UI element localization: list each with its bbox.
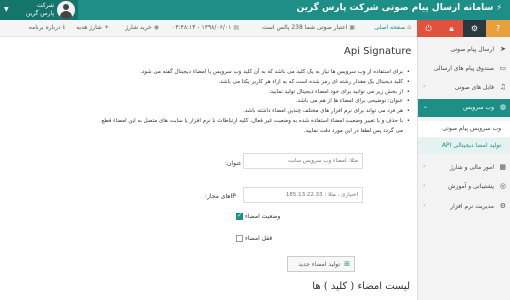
user-company-label: شرکت (36, 2, 54, 9)
plus-icon: ⊞ (344, 260, 350, 268)
support-icon: ◎ (499, 182, 506, 190)
top-header: ⚡سامانه ارسال پیام صوتی شرکت پارس گرین ▼… (0, 0, 510, 20)
info-icon: ℹ (62, 24, 65, 31)
bolt-icon: ⚡ (496, 3, 502, 12)
sidebar-subitem-api-signature[interactable]: تولید امضا دیجیتالی API (418, 138, 510, 154)
sidebar-item-voice-files[interactable]: ♫ فایل های صوتی ‹ (418, 79, 510, 97)
help-icon[interactable]: ? (486, 20, 510, 37)
list-item: از بخش زیر می توانید برای خود امضاء دیجی… (100, 88, 410, 98)
list-item: کلید دیجیتال یک مقدار رشته ای رمز شده اس… (100, 78, 410, 88)
music-icon: ♫ (499, 83, 506, 91)
send-icon: ➤ (500, 45, 506, 53)
sidebar-item-send-voice[interactable]: ➤ ارسال پیام صوتی (418, 41, 510, 59)
ip-label: IPهای مجاز: (205, 193, 236, 200)
sidebar: ➤ ارسال پیام صوتی ▭ صندوق پیام های ارسال… (417, 37, 510, 300)
signature-status-label: وضعیت امضاء (245, 213, 281, 220)
lock-signature-label: قفل امضاء (245, 235, 273, 242)
sidebar-item-support[interactable]: ◎ پشتیبانی و آموزش ‹ (418, 178, 510, 196)
chevron-icon: ‹ (423, 202, 426, 209)
home-icon: ⌂ (407, 24, 411, 31)
sidebar-item-outbox[interactable]: ▭ صندوق پیام های ارسالی (418, 60, 510, 78)
quick-buttons: ⏻ 🔒︎ ⚙ ? (417, 20, 510, 37)
calendar-icon: ▤ (233, 24, 239, 31)
buy-charge-link[interactable]: ◉خرید شارژ (125, 24, 159, 31)
gift-icon: ✦ (103, 24, 109, 31)
page-title: Api Signature (344, 46, 412, 57)
chevron-icon: ‹ (423, 163, 426, 170)
inbox-icon: ▭ (499, 64, 506, 72)
power-icon[interactable]: ⏻ (417, 20, 440, 37)
datetime: ▤۱۳۹۸/۰۶/۰۱ - ۰۴:۴۸:۱۴ (172, 24, 239, 31)
app-title: ⚡سامانه ارسال پیام صوتی شرکت پارس گرین (296, 3, 502, 13)
list-item: هر فرد می تواند برای نرم افزار های مختلف… (100, 107, 410, 117)
sidebar-subitem-voice-webservice[interactable]: وب سرویس پیام صوتی (418, 121, 510, 137)
avatar[interactable] (57, 1, 75, 19)
signature-list-title: لیست امضاء ( کلید ) ها (312, 281, 410, 292)
user-menu[interactable]: ▼ شرکت پارس گرین (0, 0, 78, 20)
breadcrumb: ⌂صفحه اصلی ▣اعتبار صوتی شما 238 پالس است… (0, 20, 417, 37)
lock-signature-checkbox[interactable] (236, 235, 243, 242)
list-item: با حذف و یا تغییر وضعیت امضاء استفاده شد… (100, 117, 410, 137)
sidebar-item-finance[interactable]: ▦ امور مالی و شارژ ‹ (418, 159, 510, 177)
title-label: عنوان: (225, 160, 242, 167)
credit-status: ▣اعتبار صوتی شما 238 پالس است (261, 24, 355, 31)
sidebar-item-software-management[interactable]: ⚙ مدیریت نرم افزار ‹ (418, 198, 510, 216)
chevron-icon: ‹ (423, 182, 426, 189)
globe-icon: ◍ (499, 103, 506, 111)
wallet-icon: ▣ (349, 24, 355, 31)
user-name-label: پارس گرین (25, 10, 54, 17)
list-item: عنوان: توضیحی برای امضاء ها از هم می باش… (100, 97, 410, 107)
info-list: برای استفاده از وب سرویس ها نیاز به یک ک… (100, 68, 410, 137)
gear-icon[interactable]: ⚙ (463, 20, 486, 37)
list-item: برای استفاده از وب سرویس ها نیاز به یک ک… (100, 68, 410, 78)
chevron-icon: ‹ (423, 83, 426, 90)
title-input[interactable] (243, 153, 363, 169)
chevron-down-icon: ⌄ (423, 103, 429, 110)
generate-signature-button[interactable]: ⊞ تولید امضاء جدید (287, 256, 355, 272)
about-link[interactable]: ℹدرباره برنامه (29, 24, 65, 31)
gift-charge-link[interactable]: ✦شارژ هدیه (76, 24, 109, 31)
money-icon: ▦ (499, 163, 506, 171)
cart-icon: ◉ (153, 24, 159, 31)
settings-icon: ⚙ (499, 202, 506, 210)
sidebar-item-web-service[interactable]: ◍ وب سرویس ⌄ (418, 99, 510, 117)
ip-input[interactable] (243, 187, 363, 203)
breadcrumb-home[interactable]: ⌂صفحه اصلی (374, 24, 411, 31)
lock-icon[interactable]: 🔒︎ (440, 20, 463, 37)
signature-status-checkbox[interactable] (236, 212, 243, 220)
caret-down-icon: ▼ (4, 6, 9, 13)
